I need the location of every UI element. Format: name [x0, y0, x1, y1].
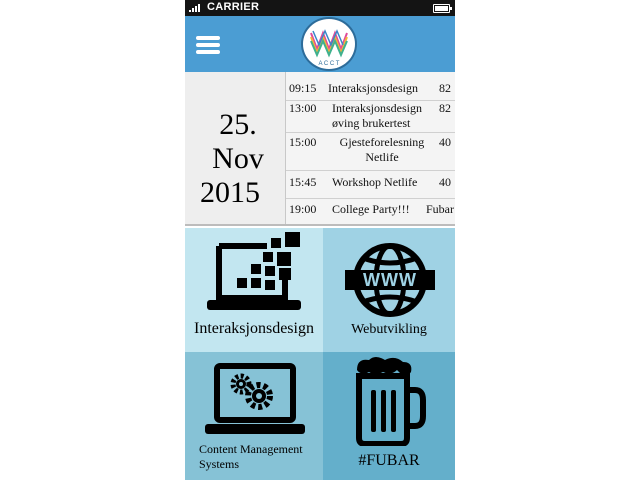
laptop-gears-icon	[205, 363, 305, 434]
event-row[interactable]: 13:00 Interaksjonsdesign øving brukertes…	[286, 100, 455, 133]
top-navbar: A C C T	[185, 16, 455, 72]
laptop-pixels-icon	[207, 232, 301, 310]
tile-fubar[interactable]: #FUBAR	[323, 352, 455, 480]
tile-label: Webutvikling	[351, 322, 427, 337]
event-room: 40	[439, 135, 451, 149]
acct-logo[interactable]: A C C T	[301, 17, 357, 71]
tile-label: #FUBAR	[358, 452, 420, 469]
event-room: Fubar	[426, 202, 454, 216]
tile-label: Content Management Systems	[199, 442, 303, 471]
event-room: 82	[439, 101, 451, 115]
event-title: Gjesteforelesning Netlife	[339, 135, 425, 164]
event-time: 15:45	[289, 175, 317, 189]
category-tiles: Interaksjonsdesign WWW Webutvikling Cont…	[185, 228, 455, 480]
event-room: 40	[439, 175, 451, 189]
event-row[interactable]: 15:45 Workshop Netlife 40	[286, 170, 455, 199]
date-day: 25. Nov	[212, 108, 264, 175]
event-time: 09:15	[289, 81, 317, 95]
tile-webutvikling[interactable]: WWW Webutvikling	[323, 228, 455, 352]
event-row[interactable]: 15:00 Gjesteforelesning Netlife 40	[286, 132, 455, 171]
event-room: 82	[439, 81, 451, 95]
beer-mug-icon	[356, 357, 426, 446]
event-list: 09:15 Interaksjonsdesign 82 13:00 Intera…	[285, 72, 455, 224]
event-time: 19:00	[289, 202, 317, 216]
event-title: College Party!!!	[332, 202, 410, 216]
battery-icon	[433, 4, 452, 13]
gear-icon	[230, 373, 252, 395]
signal-bars-icon	[189, 4, 200, 12]
event-row[interactable]: 09:15 Interaksjonsdesign 82	[286, 72, 455, 100]
event-title: Workshop Netlife	[332, 175, 418, 189]
date-year: 2015	[200, 176, 260, 209]
event-title: Interaksjonsdesign	[328, 81, 418, 95]
tile-content-management-systems[interactable]: Content Management Systems	[185, 352, 323, 480]
tile-label: Interaksjonsdesign	[194, 320, 314, 337]
acct-logo-graphic: A C C T	[310, 29, 348, 67]
event-title: Interaksjonsdesign øving brukertest	[332, 101, 422, 130]
tile-interaksjonsdesign[interactable]: Interaksjonsdesign	[185, 228, 323, 352]
event-time: 15:00	[289, 135, 317, 149]
schedule-date: 25. Nov 2015	[185, 108, 285, 210]
schedule-panel: 25. Nov 2015 09:15 Interaksjonsdesign 82…	[185, 72, 455, 226]
www-globe-icon: WWW	[345, 243, 435, 317]
svg-text:WWW: WWW	[363, 270, 417, 290]
phone-screen: CARRIER A C C T 25. Nov 2015 09:15 Inter…	[185, 0, 455, 480]
hamburger-menu-icon[interactable]	[196, 36, 220, 54]
event-row[interactable]: 19:00 College Party!!! Fubar	[286, 198, 455, 224]
gear-icon	[245, 382, 273, 410]
status-bar: CARRIER	[185, 0, 455, 16]
logo-letters: A C C T	[319, 61, 340, 67]
event-time: 13:00	[289, 101, 317, 115]
carrier-label: CARRIER	[207, 1, 260, 13]
